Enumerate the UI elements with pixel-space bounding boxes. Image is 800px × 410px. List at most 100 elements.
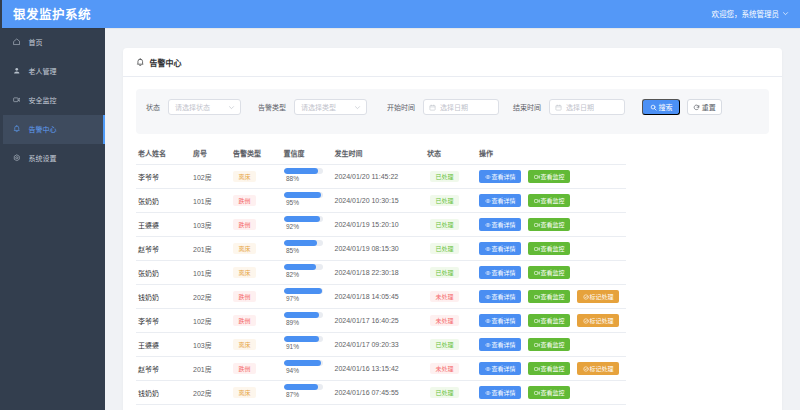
view-detail-button[interactable]: 查看详情	[479, 290, 521, 303]
actions-group: 查看详情 查看监控	[479, 194, 624, 207]
sidebar-item-label: 系统设置	[29, 153, 57, 163]
eye-icon	[485, 318, 491, 324]
window-edge	[0, 0, 2, 28]
table-row: 赵爷爷 201房 离床 85% 2024/01/19 08:15:30 已处理 …	[136, 237, 626, 261]
status-badge: 已处理	[430, 267, 459, 279]
view-detail-button[interactable]: 查看详情	[479, 170, 521, 183]
alert-type-cell: 离床	[231, 267, 282, 279]
view-monitor-label: 查看监控	[541, 172, 565, 181]
mark-handled-button[interactable]: 标记处理	[577, 290, 619, 303]
confidence-progress	[284, 336, 324, 342]
type-select[interactable]: 请选择类型	[294, 99, 367, 115]
room-number: 101房	[191, 268, 231, 278]
sidebar-item-3[interactable]: 安全监控	[0, 86, 105, 115]
confidence-progress	[284, 264, 324, 270]
end-date-input[interactable]: 选择日期	[549, 99, 625, 115]
end-date-placeholder: 选择日期	[566, 102, 594, 112]
status-cell: 已处理	[425, 339, 477, 351]
eye-icon	[485, 366, 491, 372]
home-icon	[13, 38, 21, 46]
mark-handled-button[interactable]: 标记处理	[577, 362, 619, 375]
actions-cell: 查看详情 查看监控	[477, 218, 624, 231]
confidence-progress-fill	[284, 216, 320, 222]
eye-icon	[485, 270, 491, 276]
welcome-text: 欢迎您，系统管理员	[712, 8, 780, 19]
view-monitor-button[interactable]: 查看监控	[528, 266, 570, 279]
column-header: 置信度	[282, 148, 333, 158]
sidebar-item-5[interactable]: 系统设置	[0, 144, 105, 173]
alert-time: 2024/01/16 07:45:55	[333, 389, 426, 396]
confidence-percent: 91%	[284, 343, 333, 350]
column-header: 告警类型	[231, 148, 282, 158]
actions-cell: 查看详情 查看监控	[477, 386, 624, 399]
confidence-progress-fill	[284, 312, 319, 318]
view-monitor-button[interactable]: 查看监控	[528, 314, 570, 327]
start-date-input[interactable]: 选择日期	[423, 99, 499, 115]
view-detail-button[interactable]: 查看详情	[479, 386, 521, 399]
sidebar-item-1[interactable]: 首页	[0, 28, 105, 57]
view-monitor-button[interactable]: 查看监控	[528, 290, 570, 303]
alert-time: 2024/01/20 11:45:22	[333, 173, 426, 180]
view-detail-button[interactable]: 查看详情	[479, 338, 521, 351]
reset-button[interactable]: 重置	[687, 99, 723, 115]
eye-icon	[485, 390, 491, 396]
status-cell: 已处理	[425, 387, 477, 399]
view-detail-button[interactable]: 查看详情	[479, 218, 521, 231]
status-badge: 已处理	[430, 171, 459, 183]
status-cell: 已处理	[425, 243, 477, 255]
view-monitor-button[interactable]: 查看监控	[528, 338, 570, 351]
table-body: 李爷爷 102房 离床 88% 2024/01/20 11:45:22 已处理 …	[136, 165, 769, 405]
confidence-wrap: 94%	[284, 357, 333, 381]
video-camera-icon	[534, 246, 540, 252]
confidence-progress-fill	[284, 360, 321, 366]
sidebar-item-2[interactable]: 老人管理	[0, 57, 105, 86]
monitor-icon	[13, 96, 21, 104]
actions-group: 查看详情 查看监控	[479, 338, 624, 351]
chevron-down-icon	[354, 104, 361, 111]
column-header: 房号	[191, 148, 231, 158]
status-badge: 已处理	[430, 195, 459, 207]
eye-icon	[485, 342, 491, 348]
video-camera-icon	[534, 342, 540, 348]
search-button[interactable]: 搜索	[642, 99, 680, 115]
gear-icon	[13, 154, 21, 162]
view-monitor-button[interactable]: 查看监控	[528, 170, 570, 183]
alert-type-cell: 跌倒	[231, 195, 282, 207]
sidebar-item-4[interactable]: 告警中心	[3, 115, 105, 144]
view-detail-button[interactable]: 查看详情	[479, 242, 521, 255]
sidebar-item-label: 安全监控	[29, 95, 57, 105]
column-header: 操作	[477, 148, 624, 158]
filter-status: 状态 请选择状态	[146, 99, 241, 115]
mark-handled-button[interactable]: 标记处理	[577, 314, 619, 327]
view-detail-button[interactable]: 查看详情	[479, 314, 521, 327]
view-monitor-button[interactable]: 查看监控	[528, 194, 570, 207]
view-monitor-button[interactable]: 查看监控	[528, 362, 570, 375]
page-title: 告警中心	[150, 57, 182, 68]
card-body: 状态 请选择状态 告警类型 请选择类型 开始	[123, 77, 782, 405]
view-detail-button[interactable]: 查看详情	[479, 194, 521, 207]
alert-time: 2024/01/19 08:15:30	[333, 245, 426, 252]
view-monitor-button[interactable]: 查看监控	[528, 386, 570, 399]
elder-name: 李爷爷	[136, 172, 191, 182]
view-detail-button[interactable]: 查看详情	[479, 362, 521, 375]
video-camera-icon	[534, 222, 540, 228]
actions-cell: 查看详情 查看监控	[477, 266, 624, 279]
view-monitor-label: 查看监控	[541, 292, 565, 301]
column-header: 老人姓名	[136, 148, 191, 158]
confidence-cell: 95%	[282, 189, 333, 213]
user-menu[interactable]: 欢迎您，系统管理员	[712, 8, 790, 19]
view-detail-label: 查看详情	[492, 316, 516, 325]
video-camera-icon	[534, 390, 540, 396]
status-select[interactable]: 请选择状态	[168, 99, 241, 115]
view-monitor-button[interactable]: 查看监控	[528, 242, 570, 255]
confidence-cell: 85%	[282, 237, 333, 261]
bell-icon	[13, 125, 21, 133]
view-monitor-button[interactable]: 查看监控	[528, 218, 570, 231]
view-detail-button[interactable]: 查看详情	[479, 266, 521, 279]
confidence-wrap: 89%	[284, 309, 333, 333]
room-number: 202房	[191, 292, 231, 302]
confidence-progress	[284, 312, 324, 318]
check-circle-icon	[583, 318, 589, 324]
view-detail-label: 查看详情	[492, 196, 516, 205]
actions-cell: 查看详情 查看监控	[477, 338, 624, 351]
